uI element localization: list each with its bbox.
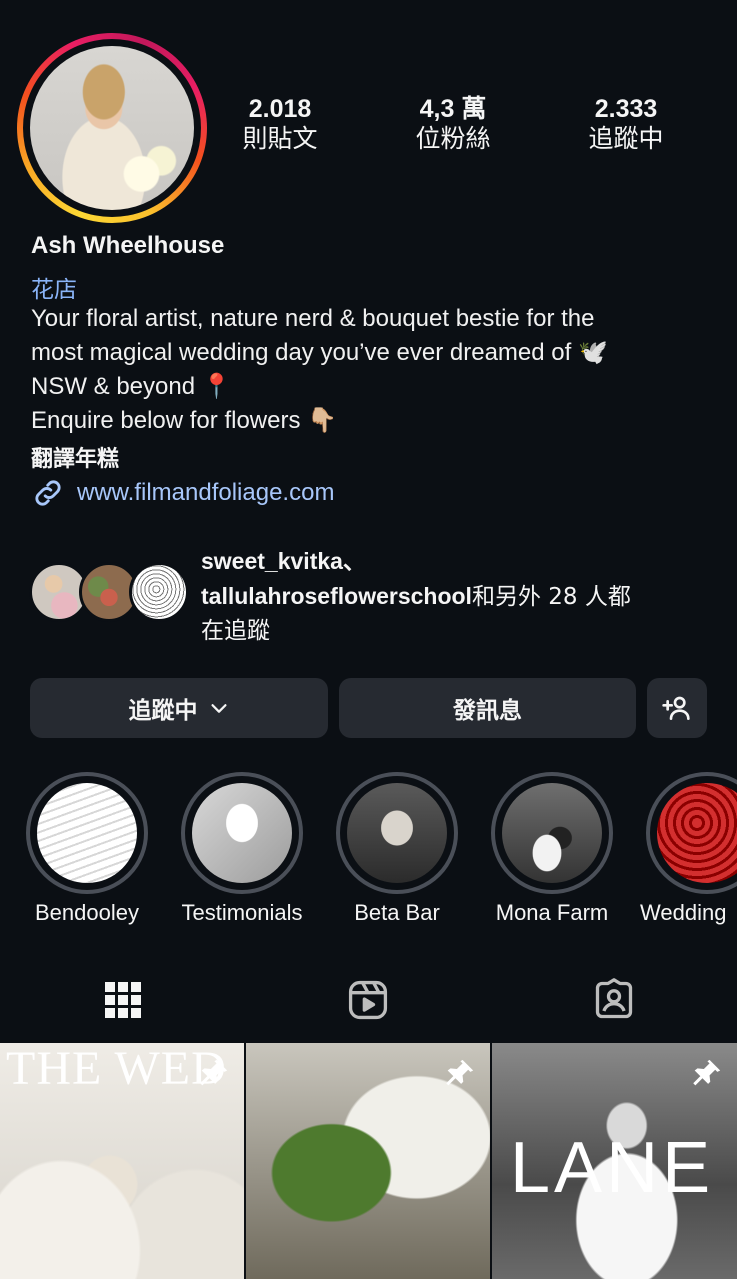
post-overlay-text: THE WED — [6, 1043, 227, 1095]
following-button[interactable]: 追蹤中 — [30, 678, 328, 738]
mutual-followers-avatars[interactable] — [29, 562, 189, 624]
highlight-ring — [491, 772, 613, 894]
highlight-beta-bar[interactable]: Beta Bar — [336, 772, 458, 925]
highlight-ring — [646, 772, 737, 894]
highlight-ring — [336, 772, 458, 894]
highlight-cover — [192, 783, 292, 883]
bio-line-3: NSW & beyond 📍 — [31, 373, 232, 400]
followers-label: 位粉絲 — [415, 124, 491, 153]
pin-icon — [200, 1059, 228, 1086]
mutual-suffix: 和另外 28 人都 — [471, 584, 631, 610]
profile-name: Ash Wheelhouse — [31, 232, 225, 259]
mutual-suffix-2: 在追蹤 — [201, 618, 270, 644]
highlight-ring — [181, 772, 303, 894]
chevron-down-icon — [210, 704, 227, 713]
post-tile-3[interactable]: LANE — [492, 1043, 737, 1279]
bio-line-4: Enquire below for flowers 👇🏼 — [31, 407, 338, 434]
translate-button[interactable]: 翻譯年糕 — [31, 441, 119, 473]
highlight-label: Wedding — [640, 900, 727, 925]
website-link-text: www.filmandfoliage.com — [77, 479, 335, 506]
highlight-ring — [26, 772, 148, 894]
bio-line-2: most magical wedding day you’ve ever dre… — [31, 339, 608, 366]
add-user-icon — [662, 696, 690, 720]
profile-avatar[interactable] — [17, 33, 207, 223]
avatar-gap — [23, 39, 201, 217]
mutual-avatar — [129, 562, 189, 622]
avatar-image — [30, 46, 194, 210]
highlight-cover — [657, 783, 737, 883]
grid-icon — [105, 982, 141, 1018]
reels-icon — [348, 980, 388, 1020]
message-button[interactable]: 發訊息 — [339, 678, 636, 738]
posts-label: 則貼文 — [242, 124, 318, 153]
bio-line-1: Your floral artist, nature nerd & bouque… — [31, 305, 595, 332]
tab-reels[interactable] — [343, 975, 393, 1025]
following-count: 2.333 — [594, 95, 658, 123]
following-button-label: 追蹤中 — [128, 698, 198, 724]
post-overlay-text: LANE — [510, 1128, 715, 1208]
stat-posts[interactable]: 2.018 則貼文 — [210, 95, 350, 155]
message-button-label: 發訊息 — [453, 698, 522, 724]
website-link[interactable]: www.filmandfoliage.com — [31, 476, 334, 510]
mutual-account-2[interactable]: tallulahroseflowerschool — [201, 583, 472, 609]
highlight-wedding[interactable]: Wedding — [640, 772, 737, 925]
tab-posts-grid[interactable] — [98, 975, 148, 1025]
post-tile-2[interactable] — [246, 1043, 490, 1279]
highlight-cover — [502, 783, 602, 883]
link-icon — [35, 480, 61, 506]
profile-category[interactable]: 花店 — [31, 270, 77, 304]
posts-count: 2.018 — [248, 95, 312, 123]
highlight-label: Mona Farm — [495, 900, 609, 925]
followers-count: 4,3 萬 — [419, 95, 487, 123]
stat-followers[interactable]: 4,3 萬 位粉絲 — [383, 95, 523, 155]
highlight-cover — [347, 783, 447, 883]
highlight-mona-farm[interactable]: Mona Farm — [491, 772, 613, 925]
pin-icon — [693, 1059, 721, 1086]
highlight-bendooley[interactable]: Bendooley — [26, 772, 148, 925]
pin-icon — [446, 1059, 474, 1086]
post-tile-1[interactable]: THE WED — [0, 1043, 244, 1279]
tagged-icon — [595, 978, 633, 1019]
highlight-cover — [37, 783, 137, 883]
stat-following[interactable]: 2.333 追蹤中 — [556, 95, 696, 155]
highlight-testimonials[interactable]: Testimonials — [181, 772, 303, 925]
suggest-users-button[interactable] — [647, 678, 707, 738]
following-label: 追蹤中 — [588, 124, 664, 153]
mutual-followers-text[interactable]: sweet_kvitka、 tallulahroseflowerschool和另… — [201, 544, 721, 648]
tab-tagged[interactable] — [589, 975, 639, 1025]
mutual-account-1[interactable]: sweet_kvitka、 — [201, 548, 366, 574]
